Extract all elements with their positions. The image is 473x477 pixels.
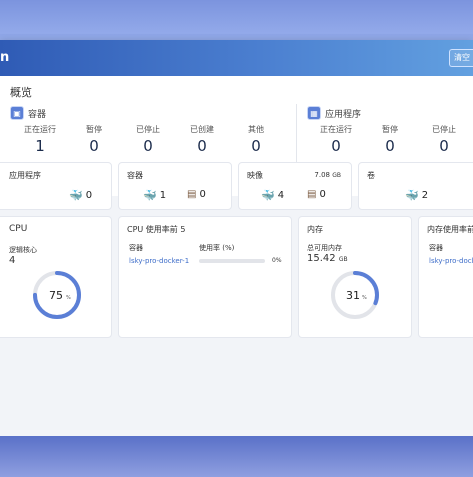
images-count: 🐳 4 [261, 189, 284, 202]
volumes-card[interactable]: 卷 🐳 2 [358, 162, 473, 210]
memory-avail-value: 15.42 [307, 253, 336, 264]
app-stat-stopped[interactable]: 已停止 0 [417, 124, 471, 155]
window-header: n 清空 [0, 40, 473, 76]
apps-icon: ▦ [307, 106, 321, 120]
mem-top-col-container: 容器 [429, 244, 443, 252]
stat-other[interactable]: 其他 0 [229, 124, 283, 155]
stat-value: 0 [197, 137, 207, 155]
desktop-top-strip [0, 0, 473, 34]
stack-icon: ▤ [307, 189, 317, 200]
card-title: 卷 [367, 171, 375, 180]
overview-title: 概览 [10, 86, 32, 99]
docker-icon: 🐳 [69, 189, 83, 202]
docker-icon: 🐳 [143, 189, 157, 202]
stat-label: 已创建 [190, 125, 214, 134]
count-value: 4 [277, 190, 285, 201]
stat-value: 0 [385, 137, 395, 155]
images-card[interactable]: 映像 7.08 GB 🐳 4 ▤ 0 [238, 162, 352, 210]
app-stat-paused[interactable]: 暂停 0 [363, 124, 417, 155]
count-value: 1 [159, 190, 167, 201]
cpu-cores-label: 逻辑核心 [9, 246, 37, 254]
container-icon: ▣ [10, 106, 24, 120]
mem-top-title: 内存使用率前 [427, 225, 473, 234]
stat-created[interactable]: 已创建 0 [175, 124, 229, 155]
card-title: 容器 [127, 171, 143, 180]
stat-label: 正在运行 [320, 125, 352, 134]
gauge-unit: % [66, 295, 71, 301]
docker-icon: 🐳 [405, 189, 419, 202]
compose-count: ▤ 0 [187, 189, 206, 200]
stat-label: 暂停 [382, 125, 398, 134]
card-title: 应用程序 [9, 171, 41, 180]
stat-label: 其他 [248, 125, 264, 134]
image-layers-count: ▤ 0 [307, 189, 326, 200]
apps-section-label: 应用程序 [325, 109, 362, 120]
memory-card: 内存 总可用内存 15.42 GB 31 % [298, 216, 412, 338]
stat-value: 1 [35, 137, 45, 155]
stat-label: 正在运行 [24, 125, 56, 134]
stat-value: 0 [331, 137, 341, 155]
memory-gauge: 31 % [331, 271, 379, 319]
count-value: 0 [199, 189, 206, 200]
card-title: 映像 [247, 171, 263, 180]
size-value: 7.08 [314, 171, 330, 179]
stat-value: 0 [251, 137, 261, 155]
stat-label: 暂停 [86, 125, 102, 134]
app-stat-running[interactable]: 正在运行 0 [309, 124, 363, 155]
count-value: 2 [421, 190, 429, 201]
containers-count: 🐳 1 [143, 189, 166, 202]
gauge-percent: 75 [49, 289, 63, 302]
size-unit: GB [332, 172, 341, 179]
header-title: n [0, 50, 10, 65]
volumes-count: 🐳 2 [405, 189, 428, 202]
cpu-top-col-container: 容器 [129, 244, 143, 252]
cpu-top-col-usage: 使用率 (%) [199, 244, 235, 252]
apps-card[interactable]: 应用程序 🐳 0 [0, 162, 112, 210]
containers-section-label: 容器 [28, 109, 47, 120]
cpu-title: CPU [9, 224, 28, 234]
memory-avail-unit: GB [338, 256, 348, 263]
cpu-top-title: CPU 使用率前 5 [127, 225, 186, 234]
mem-top-card: 内存使用率前 容器 lsky-pro-dock [418, 216, 473, 338]
stat-running[interactable]: 正在运行 1 [13, 124, 67, 155]
docker-icon: 🐳 [261, 189, 275, 202]
stat-value: 0 [143, 137, 153, 155]
apps-count: 🐳 0 [69, 189, 92, 202]
stack-icon: ▤ [187, 189, 197, 200]
cpu-cores-value: 4 [9, 255, 16, 266]
gauge-percent: 31 [346, 289, 360, 302]
apps-section-head: ▦ 应用程序 [307, 106, 361, 120]
cpu-top-row-bar [199, 259, 265, 263]
cpu-top-card: CPU 使用率前 5 容器 使用率 (%) lsky-pro-docker-1 … [118, 216, 292, 338]
cpu-top-row-value: 0% [272, 257, 282, 264]
stat-value: 0 [89, 137, 99, 155]
images-size: 7.08 GB [314, 171, 341, 179]
stat-label: 已停止 [136, 125, 160, 134]
app-window: n 清空 概览 ▣ 容器 正在运行 1 暂停 0 已停止 0 已创建 0 其他 … [0, 40, 473, 436]
cpu-gauge: 75 % [33, 271, 81, 319]
stat-label: 已停止 [432, 125, 456, 134]
count-value: 0 [319, 189, 326, 200]
desktop-bottom-strip [0, 436, 473, 477]
memory-title: 内存 [307, 225, 323, 234]
memory-avail-label: 总可用内存 [307, 244, 342, 252]
count-value: 0 [85, 190, 93, 201]
containers-section-head: ▣ 容器 [10, 106, 46, 120]
containers-card[interactable]: 容器 🐳 1 ▤ 0 [118, 162, 232, 210]
mem-top-row-name[interactable]: lsky-pro-dock [429, 257, 473, 265]
stat-stopped[interactable]: 已停止 0 [121, 124, 175, 155]
memory-avail: 15.42 GB [307, 253, 348, 264]
clear-button[interactable]: 清空 [449, 49, 473, 67]
stat-value: 0 [439, 137, 449, 155]
gauge-unit: % [362, 295, 367, 301]
stat-paused[interactable]: 暂停 0 [67, 124, 121, 155]
cpu-top-row-name[interactable]: lsky-pro-docker-1 [129, 257, 189, 265]
cpu-card: CPU 逻辑核心 4 75 % [0, 216, 112, 338]
